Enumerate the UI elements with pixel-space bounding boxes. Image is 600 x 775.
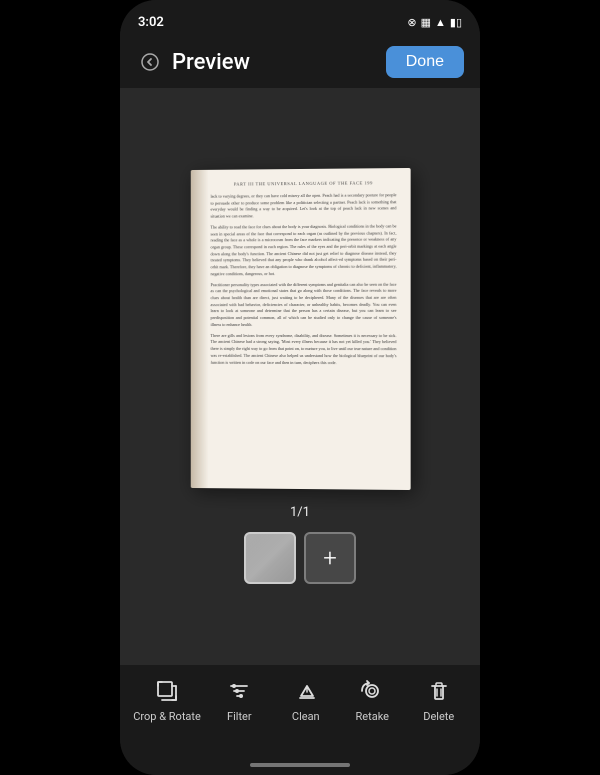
toolbar-item-clean[interactable]: Clean (278, 677, 334, 723)
status-bar: 3:02 ⊗ ▦ ▲ ▮▯ (120, 0, 480, 36)
scanned-page: PART III THE UNIVERSAL LANGUAGE OF THE F… (191, 168, 411, 490)
toolbar-label-retake: Retake (356, 710, 390, 723)
thumbnail-strip: + (244, 532, 356, 584)
toolbar-item-filter[interactable]: Filter (211, 677, 267, 723)
toolbar-label-crop-rotate: Crop & Rotate (133, 710, 201, 723)
thumbnail-1[interactable] (244, 532, 296, 584)
page-paragraph-3: Practitioner personality types associate… (211, 281, 397, 328)
toolbar-label-delete: Delete (423, 710, 454, 723)
crop-rotate-icon (153, 677, 181, 705)
preview-title: Preview (172, 50, 250, 75)
status-time: 3:02 (138, 15, 164, 30)
page-counter: 1/1 (290, 505, 310, 520)
phone-frame: 3:02 ⊗ ▦ ▲ ▮▯ Preview Done PART III T (120, 0, 480, 775)
clean-icon (292, 677, 320, 705)
page-paragraph-1: lack to varying degrees, or they can hav… (211, 192, 397, 220)
page-text-block: lack to varying degrees, or they can hav… (211, 192, 397, 366)
home-bar (250, 763, 350, 767)
plus-icon: + (323, 546, 337, 570)
page-paragraph-2: The ability to read the face for clues a… (211, 223, 397, 278)
top-bar-left: Preview (136, 48, 250, 76)
alarm-icon: ⊗ (407, 16, 416, 29)
signal-icon: ▲ (435, 16, 446, 29)
status-icons: ⊗ ▦ ▲ ▮▯ (407, 16, 462, 29)
page-content: PART III THE UNIVERSAL LANGUAGE OF THE F… (191, 168, 411, 490)
battery-icon: ▮▯ (450, 16, 462, 29)
back-icon[interactable] (136, 48, 164, 76)
home-indicator (120, 755, 480, 775)
toolbar-item-crop-rotate[interactable]: Crop & Rotate (133, 677, 201, 723)
filter-icon (225, 677, 253, 705)
bottom-toolbar: Crop & Rotate Filter (120, 665, 480, 755)
page-header: PART III THE UNIVERSAL LANGUAGE OF THE F… (211, 180, 397, 189)
toolbar-label-filter: Filter (227, 710, 252, 723)
retake-icon (358, 677, 386, 705)
top-bar: Preview Done (120, 36, 480, 88)
wifi-icon: ▦ (421, 16, 431, 29)
page-paragraph-4: There are gills and lesions from every s… (211, 333, 397, 367)
toolbar-item-retake[interactable]: Retake (344, 677, 400, 723)
delete-icon (425, 677, 453, 705)
done-button[interactable]: Done (386, 46, 464, 78)
add-page-button[interactable]: + (304, 532, 356, 584)
toolbar-label-clean: Clean (292, 710, 320, 723)
toolbar-item-delete[interactable]: Delete (411, 677, 467, 723)
main-content: PART III THE UNIVERSAL LANGUAGE OF THE F… (120, 88, 480, 665)
